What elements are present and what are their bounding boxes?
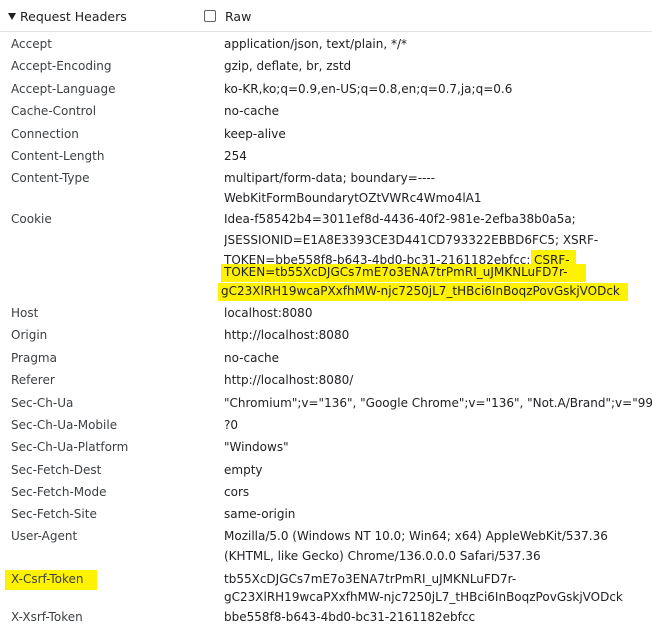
header-name: Content-Type	[11, 171, 90, 185]
header-value: same-origin	[224, 507, 296, 521]
header-value-line: (KHTML, like Gecko) Chrome/136.0.0.0 Saf…	[224, 549, 541, 563]
header-value: ?0	[224, 418, 239, 432]
header-value: no-cache	[224, 104, 280, 118]
header-value: gzip, deflate, br, zstd	[224, 59, 352, 73]
header-name: Pragma	[11, 351, 57, 365]
header-value: 254	[224, 149, 247, 163]
header-name: Origin	[11, 328, 48, 342]
header-name: Sec-Fetch-Dest	[11, 463, 102, 477]
header-value: application/json, text/plain, */*	[224, 37, 408, 51]
header-name: Sec-Ch-Ua	[11, 396, 74, 410]
header-value: empty	[224, 463, 263, 477]
highlighted-token-part: gC23XlRH19wcaPXxfhMW-njc7250jL7_tHBci6In…	[221, 284, 620, 298]
header-name: Accept-Encoding	[11, 59, 112, 73]
header-value: bbe558f8-b643-4bd0-bc31-2161182ebfcc	[224, 610, 476, 624]
header-value: http://localhost:8080/	[224, 373, 354, 387]
header-value: cors	[224, 485, 250, 499]
header-name: Host	[11, 306, 39, 320]
header-name: Connection	[11, 127, 79, 141]
header-name: User-Agent	[11, 529, 78, 543]
header-value: ko-KR,ko;q=0.9,en-US;q=0.8,en;q=0.7,ja;q…	[224, 82, 513, 96]
header-value-line: Idea-f58542b4=3011ef8d-4436-40f2-981e-2e…	[224, 212, 576, 226]
header-name: Accept	[11, 37, 52, 51]
header-name: Referer	[11, 373, 55, 387]
header-name: Cookie	[11, 212, 52, 226]
header-value: no-cache	[224, 351, 280, 365]
header-value: localhost:8080	[224, 306, 313, 320]
header-value-line: JSESSIONID=E1A8E3393CE3D441CD793322EBBD6…	[224, 233, 599, 247]
request-headers-list: Accept application/json, text/plain, */*…	[0, 0, 652, 625]
header-name: Sec-Fetch-Mode	[11, 485, 107, 499]
header-name-highlighted: X-Csrf-Token	[11, 572, 84, 586]
header-value: "Windows"	[224, 440, 289, 454]
header-value-line: multipart/form-data; boundary=----	[224, 171, 436, 185]
header-value: "Chromium";v="136", "Google Chrome";v="1…	[224, 396, 652, 410]
header-name: Content-Length	[11, 149, 105, 163]
header-value: http://localhost:8080	[224, 328, 350, 342]
header-name: Cache-Control	[11, 104, 97, 118]
header-value-line: gC23XlRH19wcaPXxfhMW-njc7250jL7_tHBci6In…	[224, 590, 623, 604]
header-value: keep-alive	[224, 127, 286, 141]
header-name: Sec-Ch-Ua-Mobile	[11, 418, 118, 432]
header-value-line: WebKitFormBoundarytOZtVWRc4Wmo4lA1	[224, 191, 482, 205]
header-name: Sec-Ch-Ua-Platform	[11, 440, 129, 454]
header-name: Accept-Language	[11, 82, 116, 96]
header-name: Sec-Fetch-Site	[11, 507, 97, 521]
header-value-line: Mozilla/5.0 (Windows NT 10.0; Win64; x64…	[224, 529, 608, 543]
